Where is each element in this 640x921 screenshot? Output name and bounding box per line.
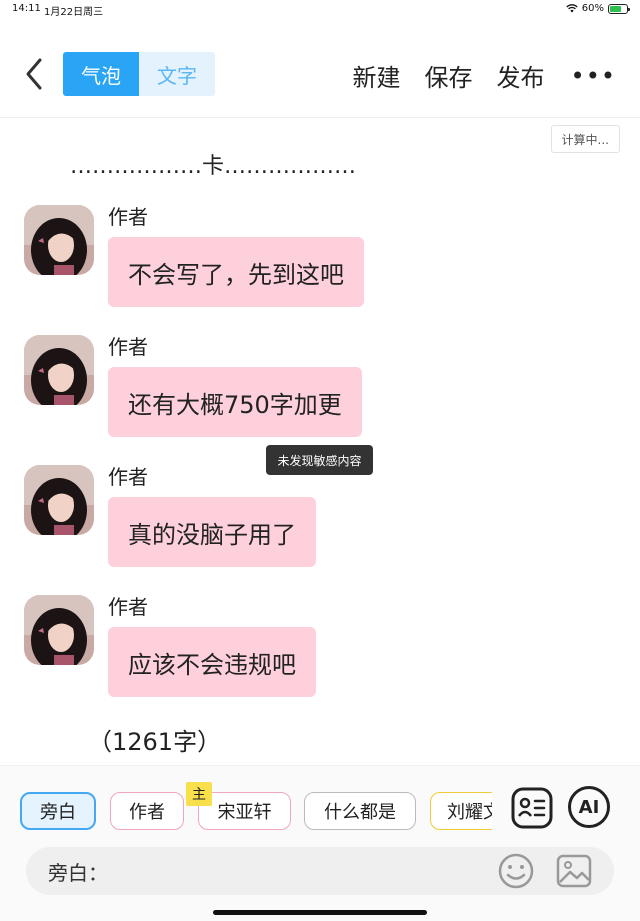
battery-percent: 60% bbox=[581, 3, 604, 14]
wifi-icon bbox=[566, 4, 578, 13]
author-name: 作者 bbox=[108, 335, 148, 359]
input-speaker-label: 旁白： bbox=[48, 861, 108, 885]
home-indicator bbox=[213, 910, 427, 915]
status-right: 60% bbox=[566, 3, 630, 14]
avatar[interactable] bbox=[24, 465, 94, 535]
author-name: 作者 bbox=[108, 595, 148, 619]
image-icon[interactable] bbox=[554, 851, 594, 891]
message-bubble[interactable]: 不会写了，先到这吧 bbox=[108, 237, 364, 307]
message-bubble[interactable]: 真的没脑子用了 bbox=[108, 497, 316, 567]
calc-status-badge: 计算中... bbox=[550, 125, 620, 153]
mode-toggle: 气泡 文字 bbox=[63, 52, 215, 96]
author-name: 作者 bbox=[108, 465, 148, 489]
main-character-badge: 主 bbox=[186, 782, 212, 806]
publish-button[interactable]: 发布 bbox=[497, 58, 545, 93]
avatar[interactable] bbox=[24, 335, 94, 405]
message-input[interactable] bbox=[106, 855, 486, 887]
back-arrow-icon[interactable] bbox=[20, 54, 50, 94]
tab-bubble[interactable]: 气泡 bbox=[63, 52, 139, 96]
header-divider bbox=[0, 117, 640, 118]
ai-button[interactable]: AI bbox=[568, 786, 610, 828]
tab-text[interactable]: 文字 bbox=[139, 52, 215, 96]
character-chip-liu-yaowen[interactable]: 刘耀文 bbox=[430, 792, 492, 830]
header-actions: 新建 保存 发布 ••• bbox=[329, 58, 616, 93]
character-chips: 旁白 作者 宋亚轩 什么都是 刘耀文 bbox=[20, 792, 492, 832]
character-chip-narrator[interactable]: 旁白 bbox=[20, 792, 96, 830]
narration-text[interactable]: ………………卡……………… bbox=[70, 148, 356, 180]
save-button[interactable]: 保存 bbox=[425, 58, 473, 93]
word-count: （1261字） bbox=[88, 728, 222, 756]
character-card-icon[interactable] bbox=[510, 786, 554, 830]
character-chip-author[interactable]: 作者 bbox=[110, 792, 184, 830]
message-bubble[interactable]: 应该不会违规吧 bbox=[108, 627, 316, 697]
new-button[interactable]: 新建 bbox=[353, 58, 401, 93]
sensitivity-check-tooltip: 未发现敏感内容 bbox=[266, 445, 373, 475]
character-chip-shenme[interactable]: 什么都是 bbox=[304, 792, 416, 830]
more-menu-icon[interactable]: ••• bbox=[571, 62, 616, 90]
status-date: 1月22日周三 bbox=[44, 7, 104, 18]
status-time: 14:11 bbox=[12, 3, 41, 14]
input-bar: 旁白： bbox=[26, 847, 614, 895]
avatar[interactable] bbox=[24, 595, 94, 665]
emoji-icon[interactable] bbox=[496, 851, 536, 891]
status-bar: 14:11 1月22日周三 60% bbox=[0, 0, 640, 20]
author-name: 作者 bbox=[108, 205, 148, 229]
avatar[interactable] bbox=[24, 205, 94, 275]
message-bubble[interactable]: 还有大概750字加更 bbox=[108, 367, 362, 437]
battery-icon bbox=[608, 3, 630, 14]
